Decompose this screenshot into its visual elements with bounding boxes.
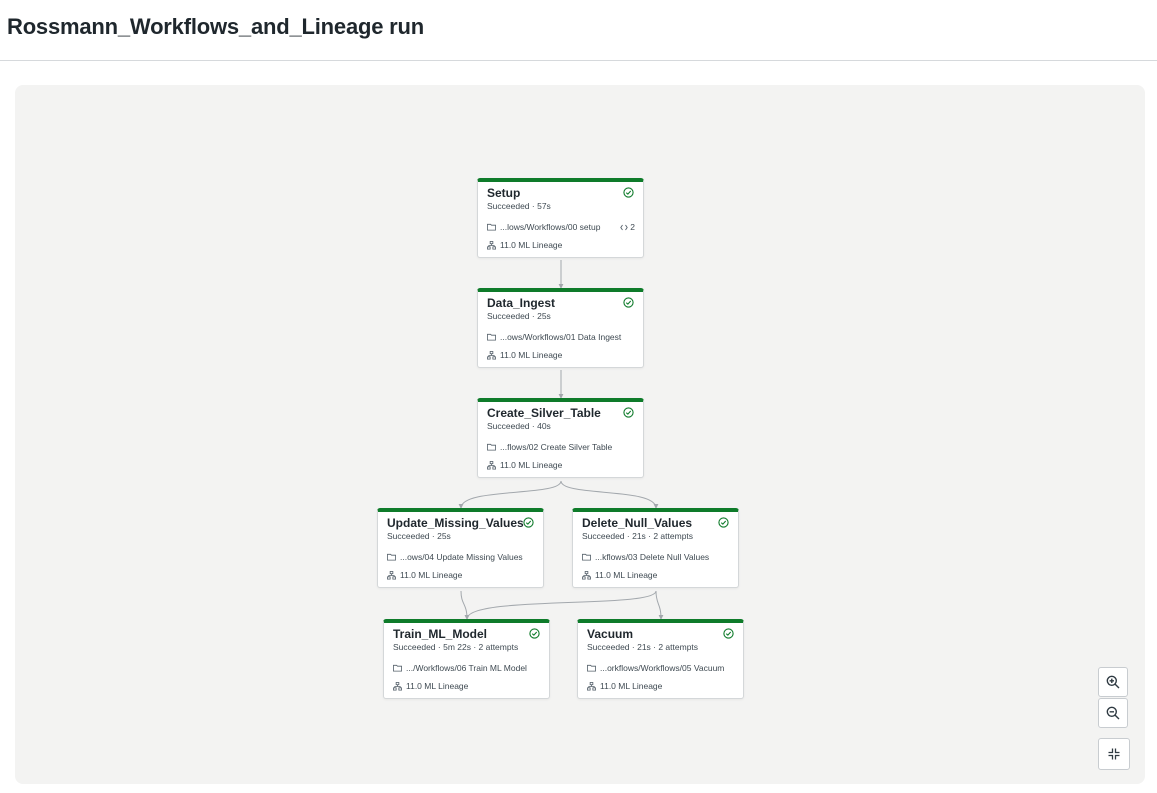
cluster-row[interactable]: 11.0 ML Lineage (487, 350, 562, 360)
success-check-icon (523, 517, 534, 528)
cluster-name: 11.0 ML Lineage (500, 350, 563, 360)
success-check-icon (529, 628, 540, 639)
task-name: Setup (487, 186, 521, 200)
zoom-in-icon (1106, 675, 1120, 689)
notebook-path-row[interactable]: ...lows/Workflows/00 setup (487, 222, 600, 232)
task-status: Succeeded · 40s (487, 421, 551, 431)
task-status: Succeeded · 5m 22s · 2 attempts (393, 642, 519, 652)
zoom-out-icon (1106, 706, 1120, 720)
cluster-name: 11.0 ML Lineage (500, 460, 563, 470)
task-status: Succeeded · 21s · 2 attempts (587, 642, 699, 652)
folder-icon (582, 553, 591, 561)
notebook-path-row[interactable]: ...ows/04 Update Missing Values (387, 552, 523, 562)
success-check-icon (718, 517, 729, 528)
page-title: Rossmann_Workflows_and_Lineage run (7, 14, 425, 39)
parameters-count[interactable]: 2 (620, 222, 635, 232)
notebook-path: ...ows/04 Update Missing Values (400, 552, 523, 562)
notebook-path-row[interactable]: ...flows/02 Create Silver Table (487, 442, 612, 452)
task-card-train-ml-model[interactable]: Train_ML_Model Succeeded · 5m 22s · 2 at… (383, 619, 550, 699)
edge-create-silver-table-delete-null-values (560, 480, 659, 509)
cluster-icon (487, 240, 496, 250)
notebook-path-row[interactable]: ...kflows/03 Delete Null Values (582, 552, 709, 562)
task-card-create-silver-table[interactable]: Create_Silver_Table Succeeded · 40s ...f… (477, 398, 644, 478)
task-status: Succeeded · 25s (387, 531, 451, 541)
cluster-row[interactable]: 11.0 ML Lineage (393, 681, 468, 691)
success-check-icon (623, 407, 634, 418)
cluster-icon (387, 570, 396, 580)
success-check-icon (723, 628, 734, 639)
folder-icon (387, 553, 396, 561)
edge-delete-null-values-vacuum (655, 590, 664, 620)
task-name: Delete_Null_Values (582, 516, 693, 530)
cluster-row[interactable]: 11.0 ML Lineage (487, 460, 562, 470)
notebook-path-row[interactable]: ...orkflows/Workflows/05 Vacuum (587, 663, 724, 673)
zoom-in-button[interactable] (1098, 667, 1128, 697)
notebook-path-row[interactable]: ...ows/Workflows/01 Data Ingest (487, 332, 621, 342)
notebook-path: ...flows/02 Create Silver Table (500, 442, 613, 452)
cluster-icon (487, 350, 496, 360)
task-card-setup[interactable]: Setup Succeeded · 57s ...lows/Workflows/… (477, 178, 644, 258)
fit-view-button[interactable] (1098, 738, 1130, 770)
task-card-data-ingest[interactable]: Data_Ingest Succeeded · 25s ...ows/Workf… (477, 288, 644, 368)
cluster-row[interactable]: 11.0 ML Lineage (587, 681, 662, 691)
cluster-row[interactable]: 11.0 ML Lineage (582, 570, 657, 580)
task-name: Vacuum (587, 627, 634, 641)
notebook-path: .../Workflows/06 Train ML Model (406, 663, 527, 673)
task-status: Succeeded · 25s (487, 311, 551, 321)
task-name: Data_Ingest (487, 296, 556, 310)
cluster-row[interactable]: 11.0 ML Lineage (487, 240, 562, 250)
folder-icon (487, 443, 496, 451)
notebook-path-row[interactable]: .../Workflows/06 Train ML Model (393, 663, 527, 673)
edge-delete-null-values-train-ml-model (464, 590, 657, 620)
edge-create-silver-table-update-missing-values (458, 480, 562, 509)
cluster-icon (582, 570, 591, 580)
header-divider (0, 60, 1157, 61)
task-status: Succeeded · 21s · 2 attempts (582, 531, 694, 541)
dag-canvas[interactable]: Setup Succeeded · 57s ...lows/Workflows/… (15, 85, 1145, 784)
zoom-out-button[interactable] (1098, 698, 1128, 728)
cluster-row[interactable]: 11.0 ML Lineage (387, 570, 462, 580)
cluster-name: 11.0 ML Lineage (595, 570, 658, 580)
cluster-icon (487, 460, 496, 470)
task-card-vacuum[interactable]: Vacuum Succeeded · 21s · 2 attempts ...o… (577, 619, 744, 699)
task-card-delete-null-values[interactable]: Delete_Null_Values Succeeded · 21s · 2 a… (572, 508, 739, 588)
success-check-icon (623, 297, 634, 308)
cluster-name: 11.0 ML Lineage (600, 681, 663, 691)
cluster-icon (393, 681, 402, 691)
task-card-update-missing-values[interactable]: Update_Missing_Values Succeeded · 25s ..… (377, 508, 544, 588)
folder-icon (487, 333, 496, 341)
code-brackets-icon (620, 224, 629, 230)
success-check-icon (623, 187, 634, 198)
folder-icon (487, 223, 496, 231)
folder-icon (587, 664, 596, 672)
task-name: Update_Missing_Values (387, 516, 524, 530)
notebook-path: ...lows/Workflows/00 setup (500, 222, 601, 232)
cluster-name: 11.0 ML Lineage (500, 240, 563, 250)
cluster-name: 11.0 ML Lineage (406, 681, 469, 691)
task-name: Train_ML_Model (393, 627, 488, 641)
notebook-path: ...ows/Workflows/01 Data Ingest (500, 332, 622, 342)
folder-icon (393, 664, 402, 672)
cluster-icon (587, 681, 596, 691)
fit-view-icon (1108, 748, 1120, 760)
task-status: Succeeded · 57s (487, 201, 551, 211)
task-name: Create_Silver_Table (487, 406, 601, 420)
edge-update-missing-values-train-ml-model (460, 590, 470, 620)
notebook-path: ...kflows/03 Delete Null Values (595, 552, 710, 562)
parameters-count-value: 2 (630, 222, 635, 232)
notebook-path: ...orkflows/Workflows/05 Vacuum (600, 663, 725, 673)
cluster-name: 11.0 ML Lineage (400, 570, 463, 580)
